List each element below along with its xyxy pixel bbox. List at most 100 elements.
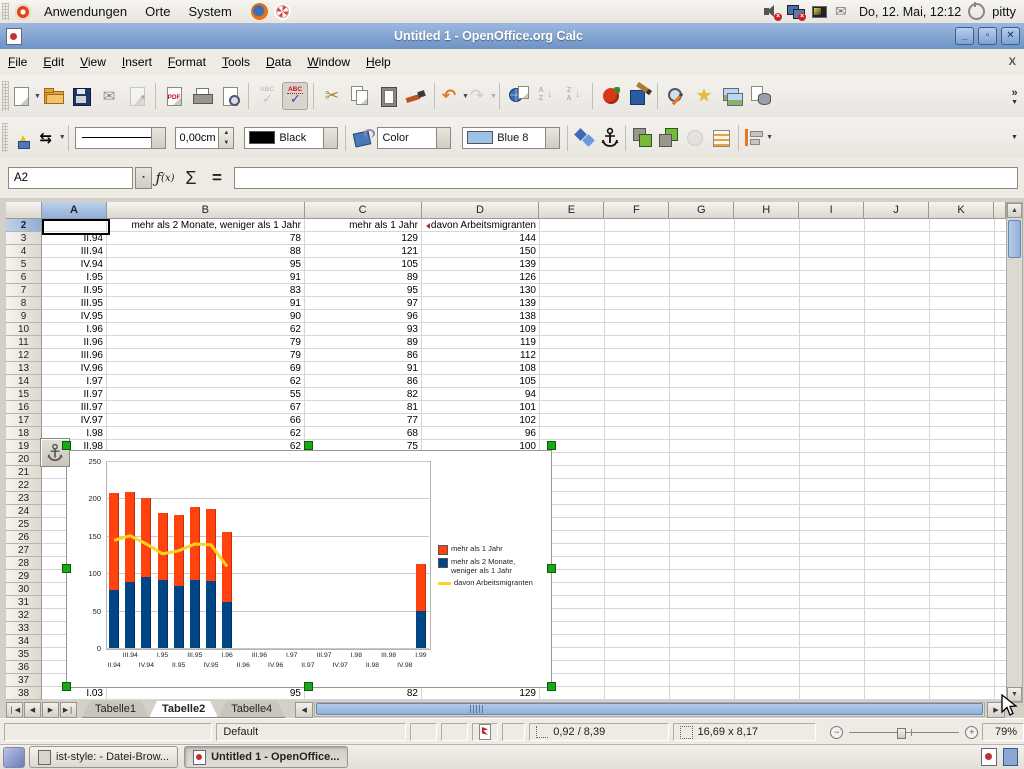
toolbar-options-icon[interactable]: ▼ xyxy=(1011,134,1018,141)
cell-I22[interactable] xyxy=(800,479,865,492)
cell-H22[interactable] xyxy=(735,479,800,492)
cell-I6[interactable] xyxy=(800,271,865,284)
to-background-button[interactable] xyxy=(709,124,733,152)
cell-J23[interactable] xyxy=(865,492,930,505)
selection-handle[interactable] xyxy=(547,564,556,573)
cell-G15[interactable] xyxy=(670,388,735,401)
cell-G18[interactable] xyxy=(670,427,735,440)
cell-K8[interactable] xyxy=(930,297,995,310)
cell-I24[interactable] xyxy=(800,505,865,518)
cell-G10[interactable] xyxy=(670,323,735,336)
cell-F37[interactable] xyxy=(605,674,670,687)
cell-F12[interactable] xyxy=(605,349,670,362)
undo-button[interactable]: ↶▼ xyxy=(440,82,466,110)
cell-A16[interactable]: III.97 xyxy=(42,401,107,414)
row-header-24[interactable]: 24 xyxy=(6,505,42,518)
cell-A14[interactable]: I.97 xyxy=(42,375,107,388)
cell-D18[interactable]: 96 xyxy=(422,427,540,440)
cell-J31[interactable] xyxy=(865,596,930,609)
row-header-18[interactable]: 18 xyxy=(6,427,42,440)
cell-F29[interactable] xyxy=(605,570,670,583)
rotate-button[interactable] xyxy=(573,124,597,152)
cell-G11[interactable] xyxy=(670,336,735,349)
cell-J6[interactable] xyxy=(865,271,930,284)
cell-F18[interactable] xyxy=(605,427,670,440)
line-width-spinner[interactable]: ▲▼ xyxy=(218,128,233,148)
vertical-scrollbar[interactable]: ▲ ▼ xyxy=(1006,202,1023,703)
cell-K16[interactable] xyxy=(930,401,995,414)
spellcheck-button[interactable]: ABC✓ xyxy=(254,82,280,110)
cut-button[interactable]: ✂ xyxy=(319,82,345,110)
cell-F23[interactable] xyxy=(605,492,670,505)
cell-G12[interactable] xyxy=(670,349,735,362)
column-header-G[interactable]: G xyxy=(669,202,734,219)
cell-J12[interactable] xyxy=(865,349,930,362)
panel-username[interactable]: pitty xyxy=(992,4,1016,19)
cell-I18[interactable] xyxy=(800,427,865,440)
cell-F36[interactable] xyxy=(605,661,670,674)
cell-H8[interactable] xyxy=(735,297,800,310)
cell-C16[interactable]: 81 xyxy=(305,401,422,414)
selection-handle[interactable] xyxy=(62,564,71,573)
name-box-dropdown-icon[interactable]: ▪ xyxy=(135,167,152,189)
cell-J38[interactable] xyxy=(865,687,930,700)
cell-D17[interactable]: 102 xyxy=(422,414,540,427)
row-header-20[interactable]: 20 xyxy=(6,453,42,466)
cell-I27[interactable] xyxy=(800,544,865,557)
cell-F16[interactable] xyxy=(605,401,670,414)
bring-to-front-button[interactable] xyxy=(631,124,655,152)
cell-F2[interactable] xyxy=(605,219,670,232)
column-header-E[interactable]: E xyxy=(539,202,604,219)
cell-J16[interactable] xyxy=(865,401,930,414)
cell-K2[interactable] xyxy=(930,219,995,232)
row-header-15[interactable]: 15 xyxy=(6,388,42,401)
export-pdf-button[interactable]: PDF xyxy=(161,82,187,110)
cell-G20[interactable] xyxy=(670,453,735,466)
panel-menu-anwendungen[interactable]: Anwendungen xyxy=(35,2,136,21)
cell-C17[interactable]: 77 xyxy=(305,414,422,427)
cell-partial[interactable] xyxy=(995,609,1006,622)
row-header-10[interactable]: 10 xyxy=(6,323,42,336)
cell-C6[interactable]: 89 xyxy=(305,271,422,284)
scroll-down-icon[interactable]: ▼ xyxy=(1007,687,1022,702)
cell-I29[interactable] xyxy=(800,570,865,583)
cell-H13[interactable] xyxy=(735,362,800,375)
row-header-37[interactable]: 37 xyxy=(6,674,42,687)
row-header-8[interactable]: 8 xyxy=(6,297,42,310)
alignment-button[interactable]: ▼ xyxy=(744,124,770,152)
cell-F28[interactable] xyxy=(605,557,670,570)
cell-I38[interactable] xyxy=(800,687,865,700)
cell-E12[interactable] xyxy=(540,349,605,362)
tab-scroll-right-icon[interactable]: ▶ xyxy=(987,702,1005,718)
cell-E4[interactable] xyxy=(540,245,605,258)
row-header-30[interactable]: 30 xyxy=(6,583,42,596)
cell-E5[interactable] xyxy=(540,258,605,271)
cell-H11[interactable] xyxy=(735,336,800,349)
cell-J28[interactable] xyxy=(865,557,930,570)
cell-I12[interactable] xyxy=(800,349,865,362)
area-style-select[interactable]: Color xyxy=(377,127,438,149)
menu-window[interactable]: Window xyxy=(299,51,358,73)
cell-B10[interactable]: 62 xyxy=(107,323,305,336)
cell-partial[interactable] xyxy=(995,492,1006,505)
cell-I11[interactable] xyxy=(800,336,865,349)
cell-G23[interactable] xyxy=(670,492,735,505)
zoom-slider-thumb[interactable] xyxy=(897,728,906,739)
row-header-11[interactable]: 11 xyxy=(6,336,42,349)
cell-E11[interactable] xyxy=(540,336,605,349)
sheet-tab-tabelle4[interactable]: Tabelle4 xyxy=(218,701,285,718)
cell-partial[interactable] xyxy=(995,258,1006,271)
cell-I3[interactable] xyxy=(800,232,865,245)
cell-partial[interactable] xyxy=(995,440,1006,453)
cell-J7[interactable] xyxy=(865,284,930,297)
menu-view[interactable]: View xyxy=(72,51,114,73)
cell-I31[interactable] xyxy=(800,596,865,609)
cell-partial[interactable] xyxy=(995,336,1006,349)
cell-D13[interactable]: 108 xyxy=(422,362,540,375)
cell-E6[interactable] xyxy=(540,271,605,284)
quickstarter-icon[interactable] xyxy=(981,748,997,766)
cell-F21[interactable] xyxy=(605,466,670,479)
cell-K26[interactable] xyxy=(930,531,995,544)
cell-J25[interactable] xyxy=(865,518,930,531)
cell-K29[interactable] xyxy=(930,570,995,583)
